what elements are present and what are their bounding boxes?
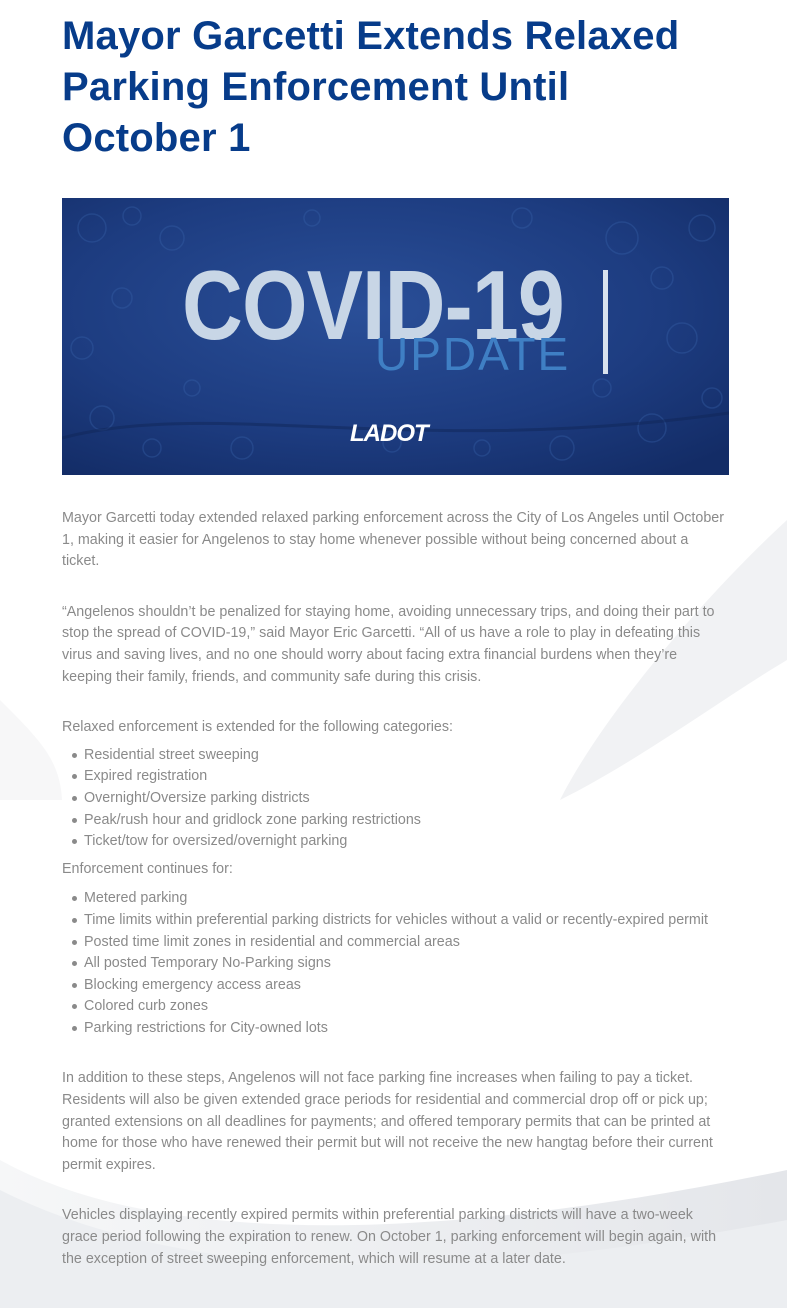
list-item: Posted time limit zones in residential a… <box>72 932 729 954</box>
banner-subheadline: UPDATE <box>375 328 571 380</box>
continues-list: Metered parking Time limits within prefe… <box>62 888 729 1039</box>
list-item: Metered parking <box>72 888 729 910</box>
relaxed-list: Residential street sweeping Expired regi… <box>62 745 729 853</box>
list-item: Residential street sweeping <box>72 745 729 767</box>
list-item: Peak/rush hour and gridlock zone parking… <box>72 810 729 832</box>
additional-paragraph: In addition to these steps, Angelenos wi… <box>62 1070 713 1173</box>
article-title: Mayor Garcetti Extends Relaxed Parking E… <box>62 14 680 160</box>
list-item: Blocking emergency access areas <box>72 975 729 997</box>
list-item: Ticket/tow for oversized/overnight parki… <box>72 831 729 853</box>
article: Mayor Garcetti Extends Relaxed Parking E… <box>62 0 729 1270</box>
banner-divider <box>603 270 608 374</box>
list-item: Parking restrictions for City-owned lots <box>72 1018 729 1040</box>
continues-heading: Enforcement continues for: <box>62 860 233 877</box>
intro-paragraph: Mayor Garcetti today extended relaxed pa… <box>62 510 724 570</box>
article-body: Mayor Garcetti today extended relaxed pa… <box>62 508 729 1270</box>
list-item: Time limits within preferential parking … <box>72 910 729 932</box>
list-item: Overnight/Oversize parking districts <box>72 788 729 810</box>
relaxed-heading: Relaxed enforcement is extended for the … <box>62 719 454 736</box>
list-item: All posted Temporary No-Parking signs <box>72 953 729 975</box>
ladot-logo: LADOT <box>350 420 429 447</box>
closing-paragraph: Vehicles displaying recently expired per… <box>62 1207 717 1267</box>
list-item: Expired registration <box>72 766 729 788</box>
covid-update-banner: COVID-19 UPDATE LADOT <box>62 198 729 475</box>
list-item: Colored curb zones <box>72 996 729 1018</box>
quote-paragraph: “Angelenos shouldn’t be penalized for st… <box>62 603 715 685</box>
